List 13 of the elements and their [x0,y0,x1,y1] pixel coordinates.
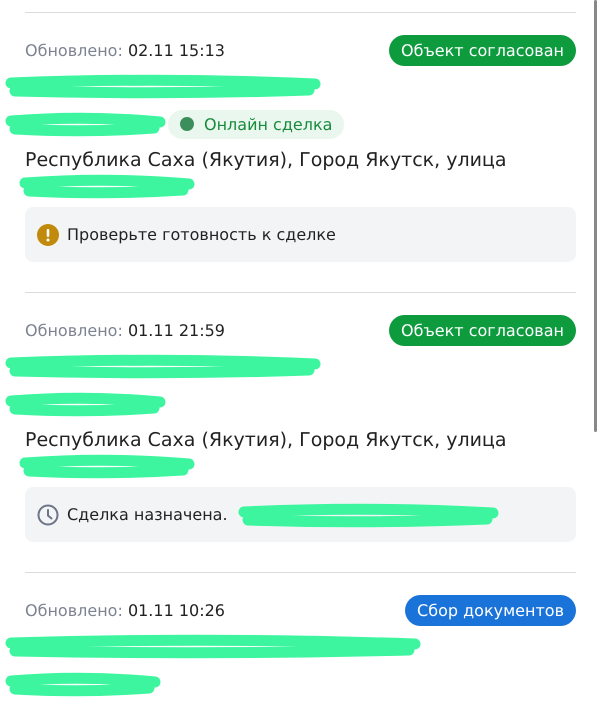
status-badge: Сбор документов [405,594,576,626]
address-text: Республика Саха (Якутия), Город Якутск, улица [25,149,508,171]
status-dot-icon [180,117,194,131]
online-deal-badge: Онлайн сделка [168,110,344,138]
address-text: Республика Саха (Якутия), Город Якутск, улица [25,429,508,451]
status-badge: Объект согласован [389,34,576,66]
updated-text: Обновлено: 01.11 10:26 [25,600,225,620]
scrollbar[interactable] [594,0,597,432]
notice-text: Проверьте готовность к сделке [67,225,336,244]
updated-text: Обновлено: 02.11 15:13 [25,40,225,60]
notice-text: Сделка назначена. [67,505,228,524]
status-badge: Объект согласован [389,314,576,346]
updated-text: Обновлено: 01.11 21:59 [25,320,225,340]
